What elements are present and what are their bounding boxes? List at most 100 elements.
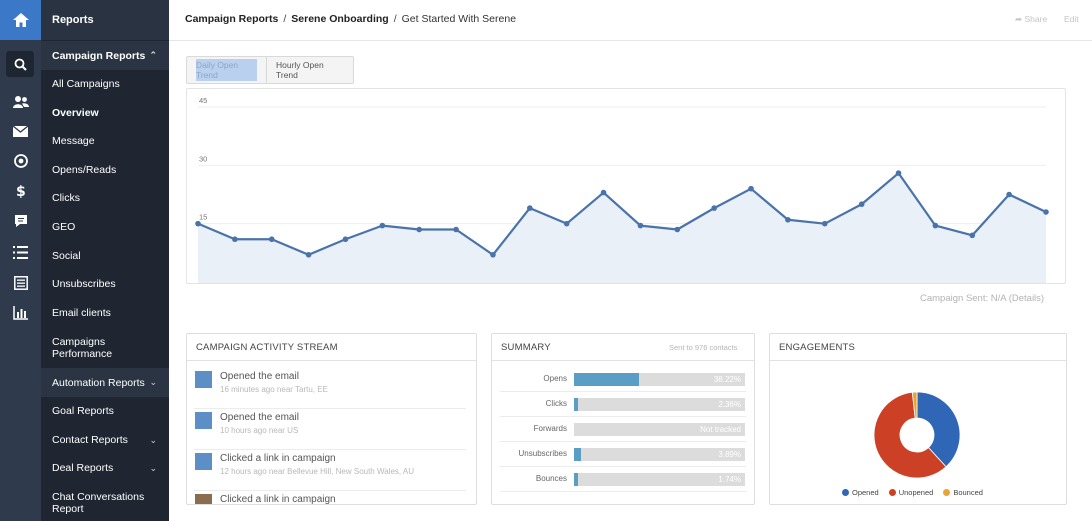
forms-icon[interactable] — [0, 271, 41, 295]
conversations-icon[interactable] — [0, 209, 41, 233]
data-point[interactable] — [342, 236, 349, 243]
summary-bar: Not tracked — [574, 423, 745, 436]
activity-item[interactable]: Clicked a link in campaign 12 hours ago … — [194, 451, 466, 491]
data-point[interactable] — [858, 201, 865, 208]
sidebar-item-deal-reports[interactable]: Deal Reports ⌄ — [41, 454, 169, 482]
summary-bar-value: 2.36% — [718, 400, 741, 409]
summary-bar-fill — [574, 473, 578, 486]
summary-row-label: Unsubscribes — [518, 449, 567, 458]
summary-row-label: Clicks — [545, 399, 567, 408]
edit-button[interactable]: Edit — [1064, 14, 1079, 24]
contacts-icon[interactable] — [0, 89, 41, 113]
summary-bar-value: 1.74% — [718, 475, 741, 484]
summary-bar-value: Not tracked — [700, 425, 741, 434]
summary-bar-fill — [574, 448, 581, 461]
campaign-sent-note[interactable]: Campaign Sent: N/A (Details) — [920, 293, 1044, 304]
legend-dot — [943, 489, 951, 496]
y-tick-label: 15 — [199, 213, 207, 222]
data-point[interactable] — [232, 236, 238, 243]
data-point[interactable] — [416, 226, 423, 233]
tab-daily-open-trend[interactable]: Daily Open Trend — [187, 57, 267, 83]
data-point[interactable] — [527, 205, 533, 211]
legend-dot — [888, 489, 896, 496]
data-point[interactable] — [821, 220, 828, 227]
reports-subnav: Reports Campaign Reports ⌃ All Campaigns… — [41, 0, 169, 521]
activity-item[interactable]: Opened the email 16 minutes ago near Tar… — [194, 369, 466, 409]
sidebar-item-automation-reports[interactable]: Automation Reports ⌄ — [41, 368, 169, 397]
data-point[interactable] — [711, 205, 717, 211]
sidebar-item-clicks[interactable]: Clicks — [41, 184, 169, 212]
breadcrumb-current: Get Started With Serene — [401, 13, 517, 25]
data-point[interactable] — [195, 220, 201, 227]
campaigns-mail-icon[interactable] — [0, 119, 41, 143]
y-tick-label: 30 — [199, 154, 207, 163]
data-point[interactable] — [748, 185, 754, 192]
sent-count: Sent to 976 contacts — [669, 343, 738, 352]
data-point[interactable] — [305, 251, 312, 258]
reports-chart-icon[interactable] — [0, 301, 41, 325]
summary-row-label: Bounces — [535, 474, 567, 483]
data-point[interactable] — [268, 236, 275, 243]
sidebar-item-unsubscribes[interactable]: Unsubscribes — [41, 270, 169, 298]
legend-item-unopened[interactable]: Unopened — [888, 488, 933, 497]
sidebar-item-campaign-reports[interactable]: Campaign Reports ⌃ — [41, 41, 169, 70]
summary-row-bounces: Bounces 1.74% — [500, 467, 746, 492]
breadcrumb-serene-onboarding[interactable]: Serene Onboarding — [291, 13, 388, 25]
svg-text:$: $ — [16, 184, 26, 199]
sidebar-item-campaigns-performance[interactable]: Campaigns Performance — [41, 330, 169, 366]
summary-bar: 3.89% — [574, 448, 745, 461]
breadcrumb-campaign-reports[interactable]: Campaign Reports — [185, 13, 278, 25]
automations-icon[interactable] — [0, 149, 41, 173]
chevron-up-icon: ⌃ — [149, 50, 157, 60]
data-point[interactable] — [600, 189, 607, 196]
tab-hourly-open-trend[interactable]: Hourly Open Trend — [267, 57, 353, 83]
summary-bar-fill — [574, 398, 579, 411]
legend-dot — [842, 489, 849, 496]
series-area — [198, 173, 1046, 282]
lists-icon[interactable] — [0, 240, 41, 264]
search-icon[interactable] — [6, 51, 34, 77]
data-point[interactable] — [379, 222, 386, 229]
summary-row-label: Forwards — [533, 424, 567, 433]
sidebar-item-chat-conversations-report[interactable]: Chat Conversations Report — [41, 485, 169, 521]
data-point[interactable] — [563, 220, 570, 227]
activity-stream-panel: CAMPAIGN ACTIVITY STREAM Opened the emai… — [186, 333, 477, 505]
summary-bar-fill — [574, 373, 640, 386]
data-point[interactable] — [490, 251, 496, 258]
legend-item-bounced[interactable]: Bounced — [943, 488, 983, 497]
y-tick-label: 45 — [199, 96, 207, 105]
deals-dollar-icon[interactable]: $ — [0, 179, 41, 203]
summary-bar: 38.22% — [574, 373, 745, 386]
summary-row-opens: Opens 38.22% — [500, 367, 746, 392]
sidebar-item-opens-reads[interactable]: Opens/Reads — [41, 156, 169, 184]
sidebar-item-email-clients[interactable]: Email clients — [41, 299, 169, 327]
data-point[interactable] — [674, 226, 681, 233]
legend-label: Opened — [852, 488, 879, 497]
activity-item[interactable]: Opened the email 10 hours ago near US — [194, 410, 466, 450]
sidebar-item-geo[interactable]: GEO — [41, 213, 169, 241]
legend-item-opened[interactable]: Opened — [842, 488, 879, 497]
activity-item[interactable]: Clicked a link in campaign — [194, 492, 466, 504]
data-point[interactable] — [1043, 209, 1049, 215]
data-point[interactable] — [453, 226, 459, 233]
sidebar-item-goal-reports[interactable]: Goal Reports — [41, 397, 169, 425]
data-point[interactable] — [932, 222, 939, 229]
summary-row-label: Opens — [543, 374, 567, 383]
avatar — [195, 371, 212, 388]
sidebar-item-message[interactable]: Message — [41, 127, 169, 155]
data-point[interactable] — [1006, 191, 1012, 198]
data-point[interactable] — [895, 170, 902, 176]
home-icon[interactable] — [0, 0, 41, 40]
sidebar-item-overview[interactable]: Overview — [41, 99, 169, 127]
open-trend-svg: 45 30 15 — [195, 96, 1049, 283]
summary-row-forwards: Forwards Not tracked — [500, 417, 746, 442]
summary-bar: 2.36% — [574, 398, 745, 411]
sidebar-item-social[interactable]: Social — [41, 242, 169, 270]
sidebar-item-contact-reports[interactable]: Contact Reports ⌄ — [41, 426, 169, 454]
sidebar-item-all-campaigns[interactable]: All Campaigns — [41, 70, 169, 98]
data-point[interactable] — [637, 222, 644, 229]
share-button[interactable]: ➦ Share — [1015, 14, 1047, 25]
data-point[interactable] — [785, 216, 791, 223]
icon-rail: $ — [0, 0, 41, 521]
data-point[interactable] — [969, 232, 976, 239]
